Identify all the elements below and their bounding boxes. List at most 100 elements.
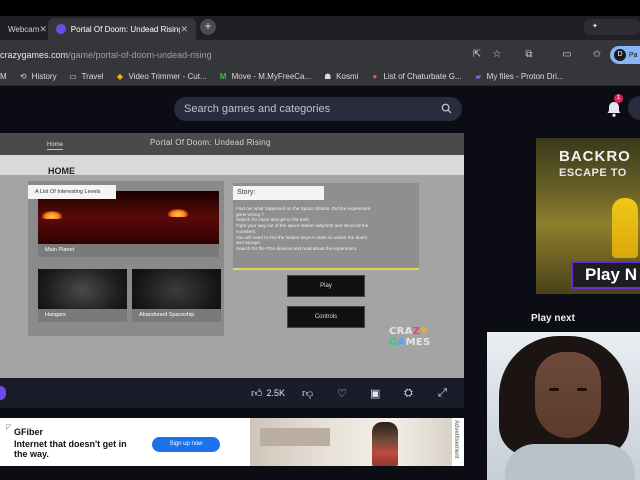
logo-letter: C [389,326,397,337]
controls-button[interactable]: Controls [287,306,365,328]
favorites-icon[interactable]: ✩ [590,48,604,62]
webcam-eye [549,388,559,391]
promo-play-button[interactable]: Play N [571,261,640,289]
bookmarks-bar: M ⟲ History ▭ Travel ◆ Video Trimmer - Cut.… [0,68,640,86]
bookmark-label: Kosmi [336,72,359,81]
game-home-tab[interactable]: Home [47,142,64,150]
ad-person-image [372,422,398,466]
install-app-icon[interactable]: ⇱ [470,48,484,62]
close-icon[interactable]: ✕ [180,24,188,35]
play-button[interactable]: Play [287,275,365,297]
fire-decoration [168,209,188,217]
bell-icon[interactable] [605,100,623,118]
promo-title: BACKRO [559,148,631,165]
tab-label: Webcam [8,24,40,34]
levels-label: A List Of Interesting Levels [28,185,116,199]
bookmark-label: M [0,72,7,81]
url-field[interactable]: crazygames.com/game/portal-of-doom-undea… [0,46,462,64]
bookmark-item[interactable]: ◆ Video Trimmer - Cut... [116,72,207,81]
heart-icon[interactable]: ♡ [337,385,347,401]
url-host: crazygames.com [0,50,69,60]
game-frame[interactable]: Portal Of Doom: Undead Rising Home HOME … [0,133,464,378]
thumbs-up-icon: 👍︎ [251,387,263,400]
bookmark-label: Travel [81,72,104,81]
close-icon[interactable]: ✕ [39,24,47,35]
logo-letter: S [422,337,431,348]
likes-count: 2.5K [266,388,286,398]
level-tile-main-planet[interactable]: Main Planet [38,191,219,257]
top-black-bar [0,0,640,16]
video-trimmer-icon: ◆ [116,72,124,81]
story-title: Story: [233,186,324,200]
ad-label-text: Advertisement [453,420,459,459]
story-text: Find out what happened on the Space Stat… [236,206,416,252]
game-toolbar [0,378,464,408]
promo-character-image [612,198,638,258]
ad-photo [250,418,452,466]
notification-badge: 1 [614,94,623,103]
play-next-heading: Play next [531,313,575,324]
story-line: Search for the PDA devices and read abou… [236,245,358,251]
history-icon: ⟲ [19,72,27,81]
folder-icon: ▭ [69,72,77,81]
level-tile-hangars[interactable]: Hangars [38,269,127,322]
like-button[interactable]: 👍︎ 2.5K [251,385,285,401]
level-caption: Main Planet [38,244,219,257]
game-home-heading: HOME [48,166,75,176]
fire-decoration [42,211,62,219]
feedback-icon[interactable]: ▣ [370,385,380,401]
m-icon: M [219,72,227,81]
sparkle-icon: ✦ [592,23,598,30]
profile-name: Pa [629,51,638,59]
search-input[interactable]: Search games and categories [174,97,462,121]
logo-letter: G [389,337,398,348]
crazygames-favicon-icon [56,24,66,34]
bookmark-item[interactable]: ● List of Chaturbate G... [370,72,461,81]
logo-letter: A [397,337,406,348]
ad-headline: Internet that doesn't get in the way. [14,439,127,459]
ad-side-label: Advertisement [452,418,464,466]
bookmark-item[interactable]: ▰ My files - Proton Dri... [474,72,564,81]
ad-signup-button[interactable]: Sign up now [152,437,220,452]
bookmark-label: Video Trimmer - Cut... [128,72,207,81]
split-screen-icon[interactable]: ▭ [560,48,574,62]
logo-letter: E [415,337,423,348]
tab-portal-of-doom[interactable]: Portal Of Doom: Undead Rising ✕ [48,18,196,40]
bookmark-label: Move - M.MyFreeCa... [231,72,312,81]
tab-label: Portal Of Doom: Undead Rising [70,24,181,34]
bookmark-label: My files - Proton Dri... [486,72,564,81]
level-tile-abandoned-spaceship[interactable]: Abandoned Spaceship [132,269,221,322]
folder-icon: ▰ [475,72,482,81]
bookmark-label: List of Chaturbate G... [383,72,462,81]
browser-tab-strip: Webcam ✕ Portal Of Doom: Undead Rising ✕ [0,16,640,40]
bookmark-label: History [31,72,57,81]
thumbs-down-icon[interactable]: 👎︎ [302,385,313,401]
promo-subtitle: ESCAPE TO [559,167,627,179]
bookmark-item[interactable]: ☗ Kosmi [323,72,358,81]
fullscreen-icon[interactable]: ⤢ [438,385,447,401]
webcam-eye [577,388,587,391]
extensions-icon[interactable]: ⧉ [522,48,536,62]
logo-letter: Y [420,326,428,337]
game-title: Portal Of Doom: Undead Rising [150,138,271,147]
tab-webcam[interactable]: Webcam ✕ [0,18,47,40]
ad-shelf-decoration [260,428,330,446]
avatar: D [614,49,626,61]
search-icon[interactable] [441,103,452,114]
bookmark-item[interactable]: ⟲ History [19,72,57,81]
ad-info-icon[interactable]: ◸ [6,424,14,432]
search-placeholder: Search games and categories [184,103,331,115]
profile-button[interactable]: D Pa [610,46,640,64]
url-path: /game/portal-of-doom-undead-rising [68,50,212,60]
tab-partial-right[interactable]: ✦ [584,19,640,35]
bookmark-item[interactable]: M [0,72,7,81]
bookmark-item[interactable]: M Move - M.MyFreeCa... [219,72,312,81]
share-icon[interactable]: ⛭ [404,385,413,401]
bookmark-star-icon[interactable]: ☆ [490,48,504,62]
kosmi-icon: ☗ [324,72,332,81]
webcam-face [535,352,601,438]
webcam-overlay [487,332,640,480]
bookmark-item[interactable]: ▭ Travel [69,72,104,81]
new-tab-button[interactable]: + [200,19,216,35]
level-caption: Abandoned Spaceship [132,309,221,322]
